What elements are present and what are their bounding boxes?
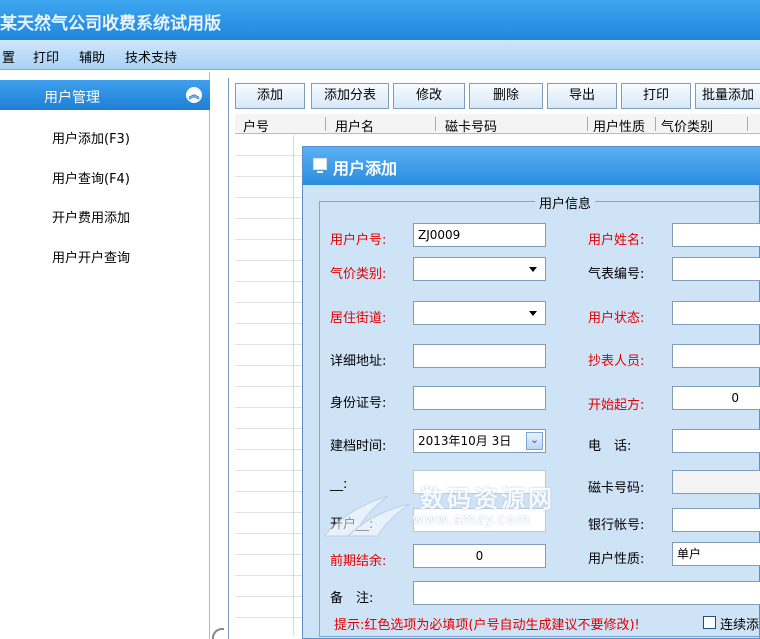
sidebar-group-label: 用户管理 (44, 90, 100, 106)
phone-label: 电 话: (588, 439, 632, 454)
fieldset-legend: 用户信息 (535, 193, 596, 212)
created-date-value: 2013年10月 3日 (418, 434, 512, 448)
calendar-dropdown-icon[interactable]: ⌄ (526, 432, 543, 450)
grid-divider (293, 135, 294, 635)
price-type-select[interactable] (413, 257, 546, 281)
batch-add-button[interactable]: 批量添加 (695, 83, 760, 109)
edit-button[interactable]: 修改 (393, 83, 465, 109)
user-name-input[interactable] (672, 223, 760, 247)
bank-account-label: 银行帐号: (588, 518, 645, 533)
col-separator (587, 117, 588, 131)
card-no-input[interactable] (672, 470, 760, 494)
col-user-nature[interactable]: 用户性质 (593, 116, 645, 135)
resize-grip-icon[interactable] (212, 628, 224, 639)
col-account-no[interactable]: 户号 (243, 116, 269, 135)
required-hint: 提示:红色选项为必填项(户号自动生成建议不要修改)! (334, 618, 640, 633)
user-no-input[interactable]: ZJ0009 (413, 223, 546, 247)
price-type-label: 气价类别: (330, 267, 387, 282)
monitor-icon (313, 158, 327, 173)
title-bar: 某天然气公司收费系统试用版 (0, 0, 760, 40)
id-no-label: 身份证号: (330, 396, 387, 411)
menu-support[interactable]: 技术支持 (125, 47, 177, 66)
status-input[interactable] (672, 301, 760, 325)
created-date-label: 建档时间: (330, 439, 387, 454)
menu-assist[interactable]: 辅助 (79, 47, 105, 66)
created-date-picker[interactable]: 2013年10月 3日 ⌄ (413, 429, 546, 453)
continue-add-label: 连续添 (720, 618, 760, 633)
meter-reader-input[interactable] (672, 344, 760, 368)
col-price-type[interactable]: 气价类别 (661, 116, 713, 135)
address-label: 详细地址: (330, 354, 387, 369)
col-card-no[interactable]: 磁卡号码 (445, 116, 497, 135)
delete-button[interactable]: 删除 (469, 83, 543, 109)
add-subtable-button[interactable]: 添加分表 (311, 83, 389, 109)
export-button[interactable]: 导出 (547, 83, 617, 109)
street-label: 居住街道: (330, 311, 387, 326)
col-separator (655, 117, 656, 131)
menu-settings[interactable]: 置 (2, 47, 15, 66)
prev-balance-input[interactable]: 0 (413, 544, 546, 568)
meter-no-input[interactable] (672, 257, 760, 281)
watermark-url: www.smzy.com (412, 512, 531, 528)
status-label: 用户状态: (588, 311, 645, 326)
dropdown-arrow-icon (529, 267, 537, 272)
sidebar-group-user-management[interactable]: 用户管理 ︽ (0, 80, 210, 110)
dropdown-arrow-icon (529, 311, 537, 316)
col-user-name[interactable]: 用户名 (335, 116, 374, 135)
grid-header: 户号 用户名 磁卡号码 用户性质 气价类别 (235, 114, 760, 135)
app-title: 某天然气公司收费系统试用版 (0, 14, 221, 34)
user-name-label: 用户姓名: (588, 233, 645, 248)
card-no-label: 磁卡号码: (588, 481, 645, 496)
col-separator (435, 117, 436, 131)
meter-no-label: 气表编号: (588, 267, 645, 282)
col-separator (747, 117, 748, 131)
phone-input[interactable] (672, 429, 760, 453)
add-button[interactable]: 添加 (235, 83, 305, 109)
remark-label: 备 注: (330, 591, 374, 606)
start-reading-label: 开始起方: (588, 398, 645, 413)
continue-add-checkbox[interactable] (703, 616, 716, 629)
id-no-input[interactable] (413, 386, 546, 410)
sidebar-item-add-opening-fee[interactable]: 开户费用添加 (52, 207, 130, 226)
remark-input[interactable] (413, 581, 760, 605)
dialog-header: 用户添加 (303, 147, 760, 185)
collapse-chevron-icon[interactable]: ︽ (186, 87, 202, 103)
print-button[interactable]: 打印 (621, 83, 691, 109)
address-input[interactable] (413, 344, 546, 368)
menu-print[interactable]: 打印 (33, 47, 59, 66)
menu-bar: 置 打印 辅助 技术支持 (0, 40, 760, 70)
sidebar-item-query-opening[interactable]: 用户开户查询 (52, 247, 130, 266)
meter-reader-label: 抄表人员: (588, 354, 645, 369)
dialog-title: 用户添加 (333, 159, 398, 178)
prev-balance-label: 前期结余: (330, 554, 387, 569)
watermark-text: 数码资源网 (420, 485, 555, 513)
user-nature-label: 用户性质: (588, 552, 645, 567)
start-reading-input[interactable]: 0 (672, 386, 760, 410)
sidebar-item-add-user[interactable]: 用户添加(F3) (52, 128, 130, 147)
user-no-label: 用户户号: (330, 233, 387, 248)
col-separator (325, 117, 326, 131)
street-select[interactable] (413, 301, 546, 325)
user-nature-select[interactable]: 单户 (672, 542, 760, 566)
bank-account-input[interactable] (672, 508, 760, 532)
sidebar: 用户管理 ︽ 用户添加(F3) 用户查询(F4) 开户费用添加 用户开户查询 (0, 72, 210, 639)
sidebar-item-query-user[interactable]: 用户查询(F4) (52, 168, 130, 187)
